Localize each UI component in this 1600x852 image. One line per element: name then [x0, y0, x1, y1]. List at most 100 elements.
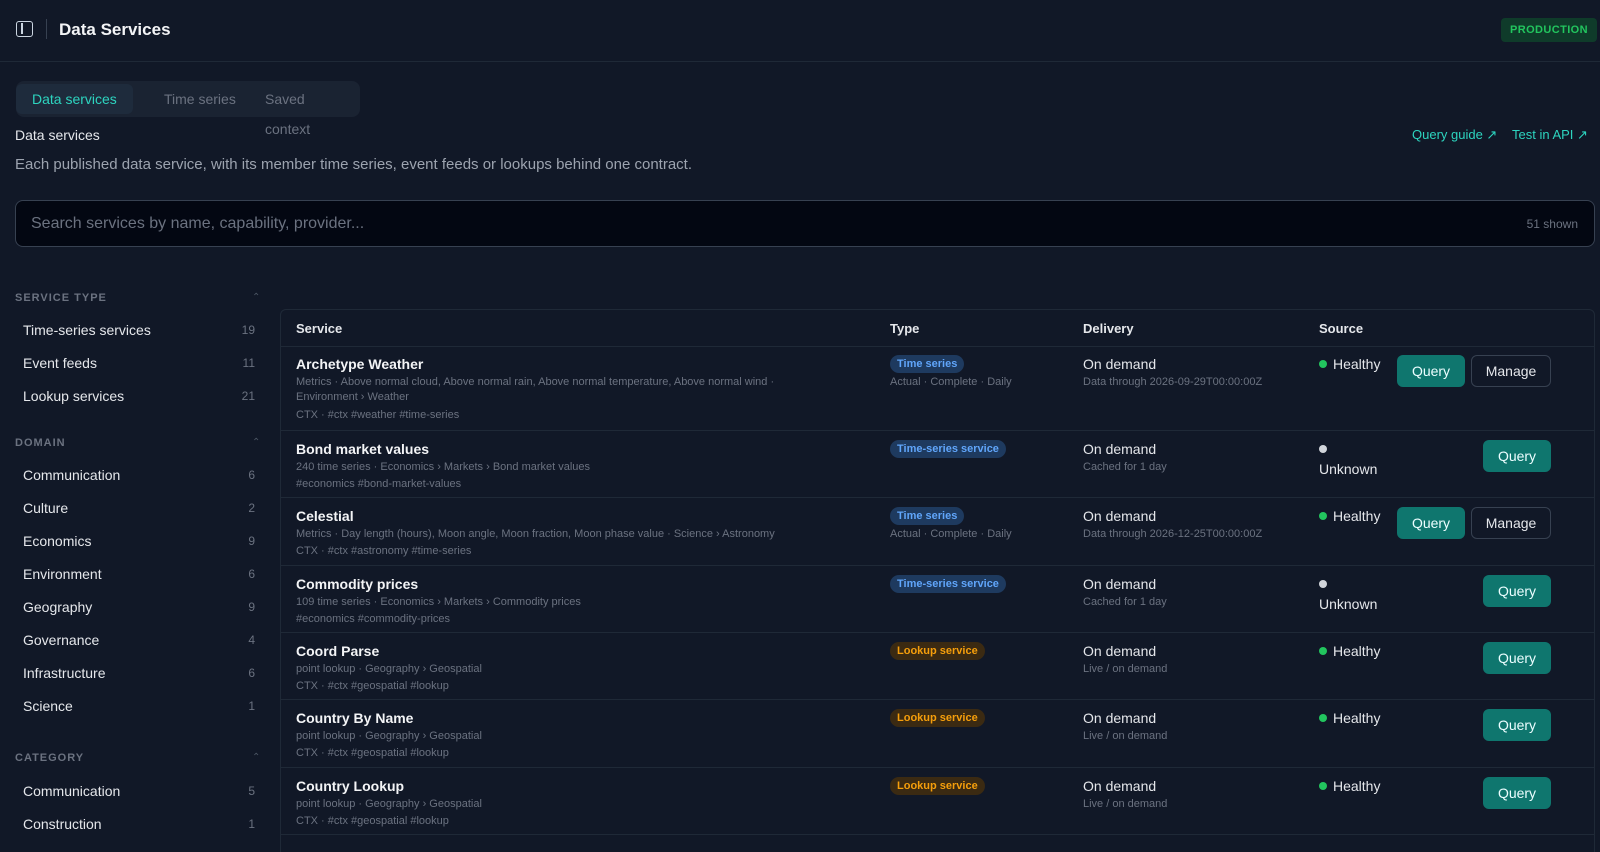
collapse-chevron-icon[interactable]: ⌃ [252, 437, 260, 448]
filter-item[interactable]: Governance 4 [23, 632, 255, 658]
tab-time-series[interactable]: Time series [148, 84, 252, 114]
results-count: 51 shown [1526, 217, 1578, 231]
manage-button[interactable]: Manage [1471, 507, 1551, 539]
table-row[interactable]: Country By Name point lookup · Geography… [281, 700, 1594, 768]
table-row[interactable]: Archetype Weather Metrics · Above normal… [281, 346, 1594, 431]
service-name[interactable]: Commodity prices [296, 576, 418, 592]
search-input[interactable] [31, 201, 1431, 246]
type-detail: Actual · Complete · Daily [890, 376, 1012, 388]
filter-item[interactable]: Infrastructure 6 [23, 665, 255, 691]
table-row[interactable]: Bond market values 240 time series · Eco… [281, 431, 1594, 498]
column-header-source[interactable]: Source [1319, 321, 1363, 336]
service-tags: CTX · #ctx #astronomy #time-series [296, 545, 472, 557]
table-row[interactable]: Celestial Metrics · Day length (hours), … [281, 498, 1594, 566]
filter-item[interactable]: Culture 2 [23, 500, 255, 526]
query-button[interactable]: Query [1397, 355, 1465, 387]
filter-item[interactable]: Lookup services 21 [23, 388, 255, 414]
service-meta: point lookup · Geography › Geospatial [296, 663, 482, 675]
delivery-mode: On demand [1083, 643, 1157, 659]
status-dot-icon [1319, 580, 1327, 588]
tab-data-services[interactable]: Data services [16, 84, 133, 114]
status-dot-icon [1319, 445, 1327, 453]
services-table: Service Type Delivery Source Archetype W… [280, 309, 1595, 852]
query-button[interactable]: Query [1397, 507, 1465, 539]
status-badge: Healthy [1319, 643, 1380, 659]
type-badge: Lookup service [890, 777, 985, 795]
query-button[interactable]: Query [1483, 575, 1551, 607]
service-name[interactable]: Celestial [296, 508, 354, 524]
delivery-detail: Cached for 1 day [1083, 461, 1167, 473]
query-button[interactable]: Query [1483, 440, 1551, 472]
status-badge: Healthy [1319, 710, 1380, 726]
type-badge: Time series [890, 507, 965, 525]
tab-bar: Data services Time series Saved context [16, 81, 360, 137]
query-guide-link[interactable]: Query guide ↗ [1412, 127, 1497, 143]
service-meta: Metrics · Above normal cloud, Above norm… [296, 376, 775, 388]
service-meta: 109 time series · Economics › Markets › … [296, 596, 581, 608]
type-badge: Time-series service [890, 440, 1006, 458]
service-tags: #economics #bond-market-values [296, 478, 462, 490]
table-row[interactable]: Country Lookup point lookup · Geography … [281, 768, 1594, 835]
delivery-detail: Cached for 1 day [1083, 596, 1167, 608]
service-meta: Metrics · Day length (hours), Moon angle… [296, 528, 775, 540]
delivery-detail: Live / on demand [1083, 663, 1168, 675]
service-meta: Environment › Weather [296, 391, 409, 403]
query-button[interactable]: Query [1483, 642, 1551, 674]
table-row[interactable]: Commodity prices 109 time series · Econo… [281, 566, 1594, 633]
column-header-delivery[interactable]: Delivery [1083, 321, 1134, 336]
manage-button[interactable]: Manage [1471, 355, 1551, 387]
delivery-detail: Live / on demand [1083, 798, 1168, 810]
filter-item[interactable]: Construction 1 [23, 816, 255, 842]
test-in-api-link[interactable]: Test in API ↗ [1512, 127, 1588, 143]
column-header-type[interactable]: Type [890, 321, 919, 336]
service-tags: #economics #commodity-prices [296, 613, 451, 625]
filter-item[interactable]: Communication 5 [23, 783, 255, 809]
service-name[interactable]: Archetype Weather [296, 356, 423, 372]
filter-item[interactable]: Environment 6 [23, 566, 255, 592]
column-header-service[interactable]: Service [296, 321, 342, 336]
query-button[interactable]: Query [1483, 709, 1551, 741]
delivery-detail: Data through 2026-12-25T00:00:00Z [1083, 528, 1263, 540]
delivery-detail: Live / on demand [1083, 730, 1168, 742]
collapse-chevron-icon[interactable]: ⌃ [252, 752, 260, 763]
service-name[interactable]: Country By Name [296, 710, 413, 726]
filter-item[interactable]: Economics 9 [23, 533, 255, 559]
sidebar-toggle-icon[interactable] [16, 21, 33, 37]
search-box: 51 shown [15, 200, 1595, 247]
service-tags: CTX · #ctx #geospatial #lookup [296, 747, 449, 759]
delivery-mode: On demand [1083, 441, 1157, 457]
service-meta: point lookup · Geography › Geospatial [296, 730, 482, 742]
environment-badge: PRODUCTION [1501, 18, 1597, 42]
service-name[interactable]: Bond market values [296, 441, 429, 457]
service-meta: point lookup · Geography › Geospatial [296, 798, 482, 810]
section-title: Data services [15, 127, 100, 143]
collapse-chevron-icon[interactable]: ⌃ [252, 292, 260, 303]
type-badge: Time series [890, 355, 965, 373]
service-name[interactable]: Country Lookup [296, 778, 404, 794]
delivery-mode: On demand [1083, 710, 1157, 726]
filter-item[interactable]: Science 1 [23, 698, 255, 724]
service-tags: CTX · #ctx #geospatial #lookup [296, 680, 449, 692]
filter-item[interactable]: Time-series services 19 [23, 322, 255, 348]
section-description: Each published data service, with its me… [15, 156, 693, 173]
type-badge: Time-series service [890, 575, 1006, 593]
status-dot-icon [1319, 714, 1327, 722]
tab-saved-context[interactable]: Saved context [249, 84, 360, 137]
filter-item[interactable]: Geography 9 [23, 599, 255, 625]
filter-heading-service-type: SERVICE TYPE [15, 292, 107, 304]
status-badge: Healthy [1319, 356, 1380, 372]
type-badge: Lookup service [890, 642, 985, 660]
table-row[interactable]: Coord Parse point lookup · Geography › G… [281, 633, 1594, 700]
delivery-mode: On demand [1083, 508, 1157, 524]
service-name[interactable]: Coord Parse [296, 643, 379, 659]
query-button[interactable]: Query [1483, 777, 1551, 809]
filter-heading-category: CATEGORY [15, 752, 85, 764]
status-badge: Unknown [1319, 441, 1377, 477]
top-bar: Data Services PRODUCTION [0, 0, 1600, 62]
service-meta: 240 time series · Economics › Markets › … [296, 461, 591, 473]
status-dot-icon [1319, 360, 1327, 368]
filter-item[interactable]: Event feeds 11 [23, 355, 255, 381]
divider [46, 19, 47, 39]
filter-item[interactable]: Communication 6 [23, 467, 255, 493]
delivery-mode: On demand [1083, 356, 1157, 372]
